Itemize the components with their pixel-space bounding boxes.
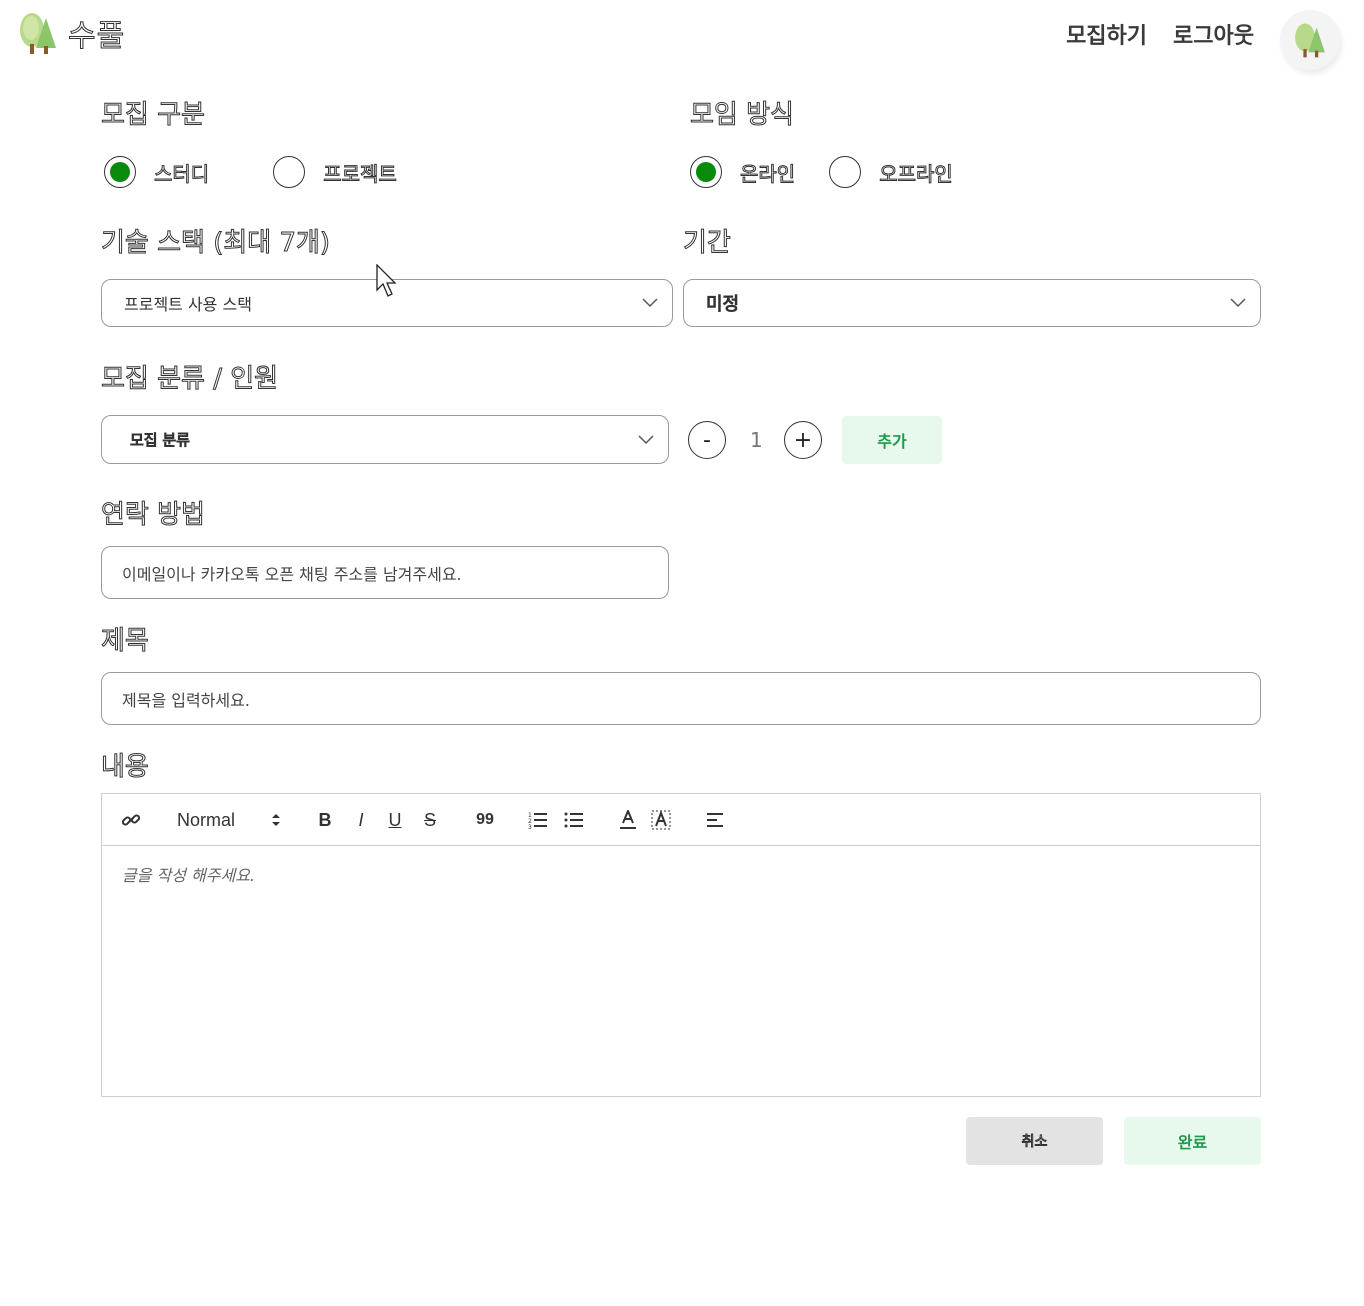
period-value: 미정 [705, 294, 740, 316]
contact-label: 연락 방법 [101, 500, 206, 531]
chevron-down-icon [642, 298, 658, 308]
heading-select[interactable]: Normal [177, 808, 235, 832]
radio-project-label: 프로젝트 [323, 161, 398, 186]
recruit-type-radio-group: 스터디 프로젝트 [104, 156, 397, 188]
contact-input[interactable]: 이메일이나 카카오톡 오픈 채팅 주소를 남겨주세요. [101, 546, 669, 599]
contact-placeholder: 이메일이나 카카오톡 오픈 채팅 주소를 남겨주세요. [122, 564, 462, 584]
content-label: 내용 [101, 752, 150, 783]
radio-dot [696, 162, 716, 182]
select-arrows-icon[interactable] [270, 808, 282, 832]
period-select[interactable]: 미정 [683, 279, 1261, 327]
italic-button[interactable]: I [352, 808, 370, 832]
meeting-method-label: 모임 방식 [690, 100, 795, 131]
bullet-list-icon[interactable] [563, 808, 585, 832]
underline-button[interactable]: U [386, 808, 404, 832]
cancel-button[interactable]: 취소 [966, 1117, 1103, 1165]
tech-stack-placeholder: 프로젝트 사용 스택 [124, 295, 252, 314]
radio-circle-selected[interactable] [104, 156, 136, 188]
tech-stack-label: 기술 스택 (최대 7개) [100, 228, 331, 259]
radio-offline-label: 오프라인 [879, 161, 954, 186]
chevron-down-icon [638, 434, 654, 444]
radio-study-label: 스터디 [153, 161, 210, 186]
radio-online[interactable]: 온라인 [690, 156, 796, 188]
radio-offline[interactable]: 오프라인 [829, 156, 953, 188]
radio-study[interactable]: 스터디 [104, 156, 210, 188]
radio-dot [110, 162, 130, 182]
quote-button[interactable]: 99 [474, 808, 496, 832]
tree-logo-icon [20, 13, 56, 54]
nav-logout-link[interactable]: 로그아웃 [1173, 18, 1254, 50]
recruit-category-placeholder: 모집 분류 [130, 431, 191, 450]
align-icon[interactable] [704, 808, 726, 832]
add-category-button[interactable]: 추가 [842, 416, 942, 464]
radio-project[interactable]: 프로젝트 [273, 156, 397, 188]
avatar-tree-icon [1295, 23, 1325, 58]
logo-text: 수풀 [67, 19, 126, 55]
text-color-icon[interactable] [617, 808, 639, 832]
strike-button[interactable]: S [421, 808, 439, 832]
radio-online-label: 온라인 [739, 161, 796, 186]
meeting-method-radio-group: 온라인 오프라인 [690, 156, 953, 188]
radio-circle[interactable] [829, 156, 862, 188]
radio-circle-selected[interactable] [690, 156, 722, 188]
ordered-list-icon[interactable]: 123 [527, 808, 549, 832]
top-nav: 모집하기 로그아웃 [1066, 18, 1254, 50]
background-color-icon[interactable] [650, 808, 672, 832]
svg-text:3: 3 [528, 824, 532, 829]
recruit-category-select[interactable]: 모집 분류 [101, 415, 669, 464]
increment-button[interactable]: + [784, 421, 822, 459]
cancel-label: 취소 [1021, 1134, 1048, 1151]
mouse-cursor-icon [376, 264, 397, 297]
chevron-down-icon [1230, 298, 1246, 308]
nav-recruit-link[interactable]: 모집하기 [1066, 18, 1147, 50]
editor-placeholder: 글을 작성 해주세요. [122, 866, 256, 885]
title-label: 제목 [101, 626, 150, 657]
title-placeholder: 제목을 입력하세요. [122, 690, 250, 710]
recruit-type-label: 모집 구분 [101, 100, 206, 131]
recruit-category-label: 모집 분류 / 인원 [100, 364, 279, 395]
title-input[interactable]: 제목을 입력하세요. [101, 672, 1261, 725]
rich-text-editor[interactable]: Normal B I U S 99 123 글을 작성 해주세요. [101, 793, 1261, 1097]
period-label: 기간 [683, 228, 732, 259]
member-count: 1 [750, 428, 763, 452]
logo[interactable]: 수풀 [18, 10, 125, 56]
done-button[interactable]: 완료 [1124, 1117, 1261, 1165]
radio-circle[interactable] [273, 156, 306, 188]
link-icon[interactable] [120, 808, 142, 832]
decrement-button[interactable]: - [688, 421, 726, 459]
editor-toolbar: Normal B I U S 99 123 [102, 794, 1260, 846]
avatar[interactable] [1280, 10, 1340, 70]
bold-button[interactable]: B [316, 808, 334, 832]
